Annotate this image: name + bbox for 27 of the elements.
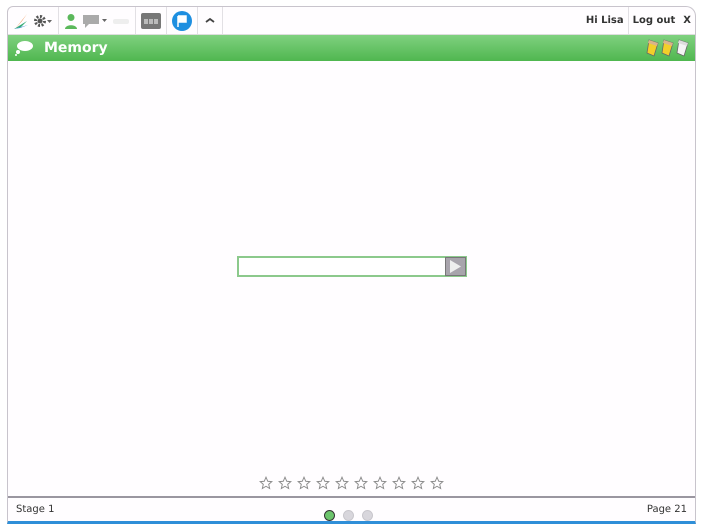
star-icon [278, 476, 292, 490]
person-icon[interactable] [64, 12, 78, 28]
logout-link[interactable]: Log out [628, 7, 680, 34]
star-icon [354, 476, 368, 490]
gear-icon[interactable] [33, 14, 53, 28]
star-icon [411, 476, 425, 490]
speech-bubble-icon[interactable] [82, 12, 108, 28]
close-link[interactable]: X [679, 7, 695, 34]
star-icon [430, 476, 444, 490]
grid-icon[interactable] [141, 12, 161, 28]
flag-icon[interactable] [172, 10, 192, 30]
page-label: Page 21 [646, 504, 687, 515]
star-icon [373, 476, 387, 490]
star-icon [297, 476, 311, 490]
greeting: Hi Lisa [582, 7, 629, 34]
stage-label: Stage 1 [16, 504, 54, 515]
answer-field[interactable] [236, 256, 466, 277]
page-dot[interactable] [324, 510, 335, 521]
thought-bubble-icon [14, 40, 34, 56]
collapse-icon[interactable] [203, 16, 217, 26]
submit-button[interactable] [444, 257, 466, 276]
star-icon [259, 476, 273, 490]
star-icon [335, 476, 349, 490]
header-title: Memory [44, 40, 108, 56]
star-icon [392, 476, 406, 490]
star-icon [316, 476, 330, 490]
play-icon [449, 260, 461, 273]
